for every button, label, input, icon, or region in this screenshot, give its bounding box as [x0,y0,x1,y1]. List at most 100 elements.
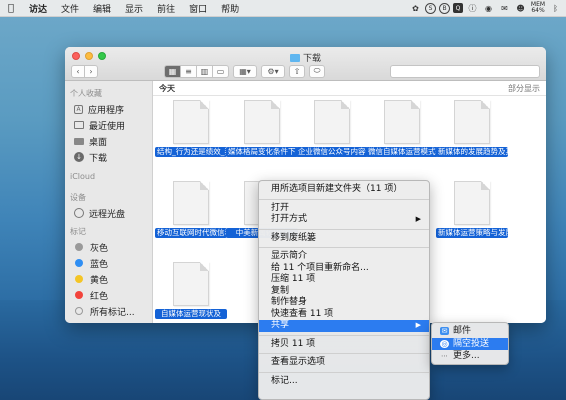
menu-copy[interactable]: 拷贝 11 项 [259,339,429,351]
menu-move-to-trash[interactable]: 移到废纸篓 [259,233,429,245]
submenu-arrow-icon: ▶ [415,215,421,223]
sidebar-tag-red[interactable]: 红色 [65,287,152,303]
menu-rename[interactable]: 给 11 个项目重新命名... [259,263,429,275]
sidebar-tag-blue[interactable]: 蓝色 [65,255,152,271]
share-airdrop[interactable]: ◎ 隔空投送 [432,337,508,350]
status-cat-icon[interactable]: ☻ [514,3,527,14]
menu-separator [259,334,429,336]
share-button[interactable]: ⇧ [289,64,305,78]
status-memory[interactable]: MEM 64% [530,2,546,14]
sidebar-item-applications[interactable]: A 应用程序 [65,101,152,117]
apple-menu-icon[interactable]:  [0,3,22,14]
status-info-icon[interactable]: ⓘ [466,3,479,14]
downloads-icon: ↓ [74,152,84,162]
sidebar-tag-yellow[interactable]: 黄色 [65,271,152,287]
sidebar-item-label: 最近使用 [89,121,126,132]
sidebar-item-label: 下载 [89,153,108,164]
menu-go[interactable]: 前往 [150,2,182,15]
menu-open-with-label: 打开方式 [271,214,308,224]
menu-duplicate[interactable]: 复制 [259,286,429,298]
show-fewer-link[interactable]: 部分显示 [508,83,540,94]
menu-show-view-options[interactable]: 查看显示选项 [259,357,429,369]
status-qq-icon[interactable]: Q [453,3,463,13]
menu-window[interactable]: 窗口 [182,2,214,15]
file-name: 新媒体的发展趋势及其对..._汪巍.caj [436,147,508,157]
menu-quick-look[interactable]: 快速查看 11 项 [259,309,429,321]
sidebar-item-recents[interactable]: 最近使用 [65,117,152,133]
menu-make-alias[interactable]: 制作替身 [259,297,429,309]
sidebar-tag-all[interactable]: 所有标记... [65,303,152,319]
document-icon [384,100,420,144]
search-input[interactable] [390,64,540,78]
file-name: 新媒体运营策略与发展趋...恩雨.caj [436,228,508,238]
menu-separator [259,198,429,200]
menu-file[interactable]: 文件 [54,2,86,15]
status-bluetooth-icon[interactable]: ᛒ [549,3,562,14]
status-mic-icon[interactable]: ◉ [482,3,495,14]
menu-get-info[interactable]: 显示简介 [259,251,429,263]
file-item[interactable]: 媒体格局变化条件下思想...陈旻.caj [226,100,298,157]
back-button[interactable]: ‹ [71,64,85,78]
forward-button[interactable]: › [84,64,98,78]
red-tag-dot [75,291,83,299]
menu-open-with[interactable]: 打开方式 ▶ [259,214,429,226]
menu-share-label: 共享 [271,320,290,330]
menu-separator [259,371,429,373]
document-icon [173,100,209,144]
all-tags-icon [75,307,83,315]
disc-icon [74,208,84,218]
file-item[interactable]: 新媒体的发展趋势及其对..._汪巍.caj [436,100,508,157]
column-view-button[interactable]: ▥ [196,64,213,78]
status-wechat-icon[interactable]: ✉ [498,3,511,14]
sidebar-item-desktop[interactable]: 桌面 [65,133,152,149]
icon-view-button[interactable]: ▦ [164,64,181,78]
menu-help[interactable]: 帮助 [214,2,246,15]
file-item[interactable]: 移动互联网时代微信着重直...姣姣.caj [155,181,227,238]
sidebar-item-downloads[interactable]: ↓ 下载 [65,149,152,165]
status-s-icon[interactable]: S [425,2,436,14]
share-airdrop-label: 隔空投送 [453,338,490,349]
share-mail[interactable]: ✉ 邮件 [432,325,508,338]
tag-button[interactable]: ⬭ [309,64,325,78]
file-item[interactable]: 微信自媒体运营模式研究_张莉芳.caj [366,100,438,157]
menu-open[interactable]: 打开 [259,203,429,215]
yellow-tag-dot [75,275,83,283]
sidebar-header-devices: 设备 [70,193,86,202]
file-name: 移动互联网时代微信着重直...姣姣.caj [155,228,227,238]
menu-compress[interactable]: 压缩 11 项 [259,274,429,286]
gallery-view-button[interactable]: ▭ [212,64,229,78]
menu-tags[interactable]: 标记... [259,376,429,388]
menu-finder[interactable]: 访达 [22,2,54,15]
status-b-icon[interactable]: B [439,2,450,14]
document-icon [173,181,209,225]
apps-icon: A [74,104,83,114]
document-icon [454,100,490,144]
share-more[interactable]: ⋯ 更多... [432,350,508,363]
sidebar-header-favorites: 个人收藏 [70,89,102,98]
menu-edit[interactable]: 编辑 [86,2,118,15]
section-header: 今天 部分显示 [153,81,546,96]
window-title-text: 下载 [302,54,321,64]
mail-icon: ✉ [440,327,449,336]
title-bar: 下载 ‹ › ▦ ≡ ▥ ▭ ▦▾ ⚙▾ ⇧ ⬭ [65,47,546,81]
menu-view[interactable]: 显示 [118,2,150,15]
file-name: 企业微信公众号内容传播...沁竹.caj [296,147,368,157]
menu-new-folder-with-selection[interactable]: 用所选项目新建文件夹（11 项） [259,184,429,196]
file-item[interactable]: 新媒体运营策略与发展趋...恩雨.caj [436,181,508,238]
status-flower-icon[interactable]: ✿ [409,3,422,14]
file-name: 结构_行为还是绩效_我国...李倩.caj [155,147,227,157]
more-icon: ⋯ [441,352,448,360]
list-view-button[interactable]: ≡ [180,64,197,78]
sidebar-item-remote-disc[interactable]: 远程光盘 [65,205,152,221]
file-item[interactable]: 结构_行为还是绩效_我国...李倩.caj [155,100,227,157]
share-mail-label: 邮件 [453,326,472,336]
document-icon [173,262,209,306]
group-button[interactable]: ▦▾ [233,64,257,78]
sidebar-tag-gray[interactable]: 灰色 [65,239,152,255]
sidebar-header-tags: 标记 [70,227,86,236]
file-item[interactable]: 企业微信公众号内容传播...沁竹.caj [296,100,368,157]
menu-share[interactable]: 共享 ▶ [259,320,429,332]
action-gear-button[interactable]: ⚙▾ [261,64,285,78]
sidebar-header-icloud: iCloud [70,172,96,181]
file-item[interactable]: 自媒体运营现状及 [155,262,227,319]
